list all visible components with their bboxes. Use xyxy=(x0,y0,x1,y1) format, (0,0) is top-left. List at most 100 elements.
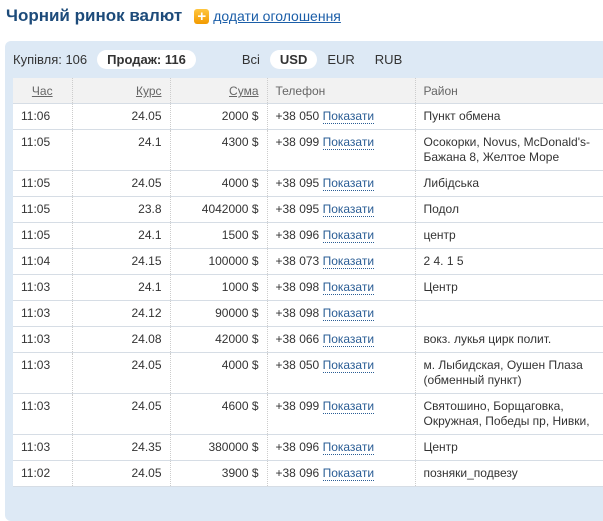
sum-cell: 90000 $ xyxy=(170,300,268,327)
table-row: 11:03 24.1 1000 $ +38 098 Показати Центр xyxy=(13,274,603,301)
currency-rub[interactable]: RUB xyxy=(365,50,412,69)
table-header: Час Курс Сума Телефон Район xyxy=(13,78,603,104)
time-cell: 11:03 xyxy=(13,434,73,461)
filter-bar: Купівля: 106 Продаж: 116 Всі USD EUR RUB xyxy=(13,49,412,69)
rate-cell: 24.05 xyxy=(72,393,171,435)
time-cell: 11:03 xyxy=(13,326,73,353)
show-phone-link[interactable]: Показати xyxy=(322,399,375,414)
table-row: 11:02 24.05 3900 $ +38 096 Показати позн… xyxy=(13,460,603,487)
rate-cell: 23.8 xyxy=(72,196,171,223)
table-row: 11:06 24.05 2000 $ +38 050 Показати Пунк… xyxy=(13,103,603,130)
show-phone-link[interactable]: Показати xyxy=(322,280,375,295)
phone-cell: +38 099 Показати xyxy=(267,393,416,435)
phone-prefix: +38 098 xyxy=(275,306,320,320)
column-sum[interactable]: Сума xyxy=(170,78,268,104)
show-phone-link[interactable]: Показати xyxy=(322,176,375,191)
phone-cell: +38 050 Показати xyxy=(267,103,416,130)
rate-cell: 24.1 xyxy=(72,274,171,301)
time-cell: 11:06 xyxy=(13,103,73,130)
table-row: 11:03 24.05 4000 $ +38 050 Показати м. Л… xyxy=(13,352,603,394)
show-phone-link[interactable]: Показати xyxy=(322,109,375,124)
time-cell: 11:02 xyxy=(13,460,73,487)
phone-cell: +38 096 Показати xyxy=(267,460,416,487)
sum-cell: 4000 $ xyxy=(170,352,268,394)
phone-prefix: +38 098 xyxy=(275,280,320,294)
time-cell: 11:05 xyxy=(13,129,73,171)
phone-cell: +38 098 Показати xyxy=(267,300,416,327)
district-cell: Святошино, Борщаговка, Окружная, Победы … xyxy=(415,393,603,435)
rate-cell: 24.15 xyxy=(72,248,171,275)
rate-cell: 24.05 xyxy=(72,460,171,487)
table-row: 11:03 24.08 42000 $ +38 066 Показати вок… xyxy=(13,326,603,353)
column-phone: Телефон xyxy=(267,78,416,104)
filter-buy[interactable]: Купівля: 106 xyxy=(13,50,97,69)
sum-cell: 100000 $ xyxy=(170,248,268,275)
table-row: 11:05 24.1 4300 $ +38 099 Показати Осоко… xyxy=(13,129,603,171)
district-cell: Либідська xyxy=(415,170,603,197)
add-listing-link[interactable]: додати оголошення xyxy=(213,8,341,24)
phone-prefix: +38 096 xyxy=(275,228,320,242)
phone-cell: +38 095 Показати xyxy=(267,170,416,197)
sum-cell: 42000 $ xyxy=(170,326,268,353)
phone-prefix: +38 095 xyxy=(275,176,320,190)
phone-cell: +38 050 Показати xyxy=(267,352,416,394)
show-phone-link[interactable]: Показати xyxy=(322,358,375,373)
column-time[interactable]: Час xyxy=(13,78,73,104)
listings-table: Час Курс Сума Телефон Район 11:06 24.05 … xyxy=(13,78,603,487)
rate-cell: 24.12 xyxy=(72,300,171,327)
column-rate[interactable]: Курс xyxy=(72,78,171,104)
time-cell: 11:03 xyxy=(13,393,73,435)
currency-all[interactable]: Всі xyxy=(232,50,270,69)
show-phone-link[interactable]: Показати xyxy=(322,135,375,150)
show-phone-link[interactable]: Показати xyxy=(322,466,375,481)
district-cell: Центр xyxy=(415,274,603,301)
phone-prefix: +38 099 xyxy=(275,399,320,413)
currency-eur[interactable]: EUR xyxy=(317,50,364,69)
phone-cell: +38 095 Показати xyxy=(267,196,416,223)
time-cell: 11:05 xyxy=(13,170,73,197)
time-cell: 11:05 xyxy=(13,196,73,223)
rate-cell: 24.08 xyxy=(72,326,171,353)
phone-prefix: +38 050 xyxy=(275,358,320,372)
table-row: 11:03 24.12 90000 $ +38 098 Показати xyxy=(13,300,603,327)
show-phone-link[interactable]: Показати xyxy=(322,306,375,321)
sum-cell: 4042000 $ xyxy=(170,196,268,223)
phone-prefix: +38 066 xyxy=(275,332,320,346)
rate-cell: 24.05 xyxy=(72,103,171,130)
rate-cell: 24.05 xyxy=(72,170,171,197)
district-cell: 2 4. 1 5 xyxy=(415,248,603,275)
column-district: Район xyxy=(415,78,603,104)
show-phone-link[interactable]: Показати xyxy=(322,332,375,347)
district-cell: Пункт обмена xyxy=(415,103,603,130)
table-row: 11:05 24.05 4000 $ +38 095 Показати Либі… xyxy=(13,170,603,197)
filter-sell[interactable]: Продаж: 116 xyxy=(97,49,196,69)
show-phone-link[interactable]: Показати xyxy=(322,440,375,455)
phone-prefix: +38 073 xyxy=(275,254,320,268)
table-row: 11:03 24.05 4600 $ +38 099 Показати Свят… xyxy=(13,393,603,435)
district-cell xyxy=(415,300,603,327)
show-phone-link[interactable]: Показати xyxy=(322,228,375,243)
rate-cell: 24.1 xyxy=(72,222,171,249)
phone-prefix: +38 095 xyxy=(275,202,320,216)
sum-cell: 380000 $ xyxy=(170,434,268,461)
phone-prefix: +38 096 xyxy=(275,440,320,454)
district-cell: центр xyxy=(415,222,603,249)
district-cell: вокз. лукья цирк полит. xyxy=(415,326,603,353)
table-row: 11:04 24.15 100000 $ +38 073 Показати 2 … xyxy=(13,248,603,275)
plus-icon[interactable]: + xyxy=(194,8,210,24)
district-cell: Осокорки, Novus, McDonald's-Бажана 8, Же… xyxy=(415,129,603,171)
sum-cell: 2000 $ xyxy=(170,103,268,130)
phone-prefix: +38 096 xyxy=(275,466,320,480)
rate-cell: 24.05 xyxy=(72,352,171,394)
phone-cell: +38 066 Показати xyxy=(267,326,416,353)
phone-cell: +38 096 Показати xyxy=(267,434,416,461)
page-header: Чорний ринок валют + додати оголошення xyxy=(6,6,341,26)
time-cell: 11:03 xyxy=(13,352,73,394)
currency-usd[interactable]: USD xyxy=(269,49,318,69)
show-phone-link[interactable]: Показати xyxy=(322,202,375,217)
sum-cell: 1000 $ xyxy=(170,274,268,301)
table-row: 11:05 23.8 4042000 $ +38 095 Показати По… xyxy=(13,196,603,223)
sum-cell: 3900 $ xyxy=(170,460,268,487)
phone-cell: +38 096 Показати xyxy=(267,222,416,249)
show-phone-link[interactable]: Показати xyxy=(322,254,375,269)
